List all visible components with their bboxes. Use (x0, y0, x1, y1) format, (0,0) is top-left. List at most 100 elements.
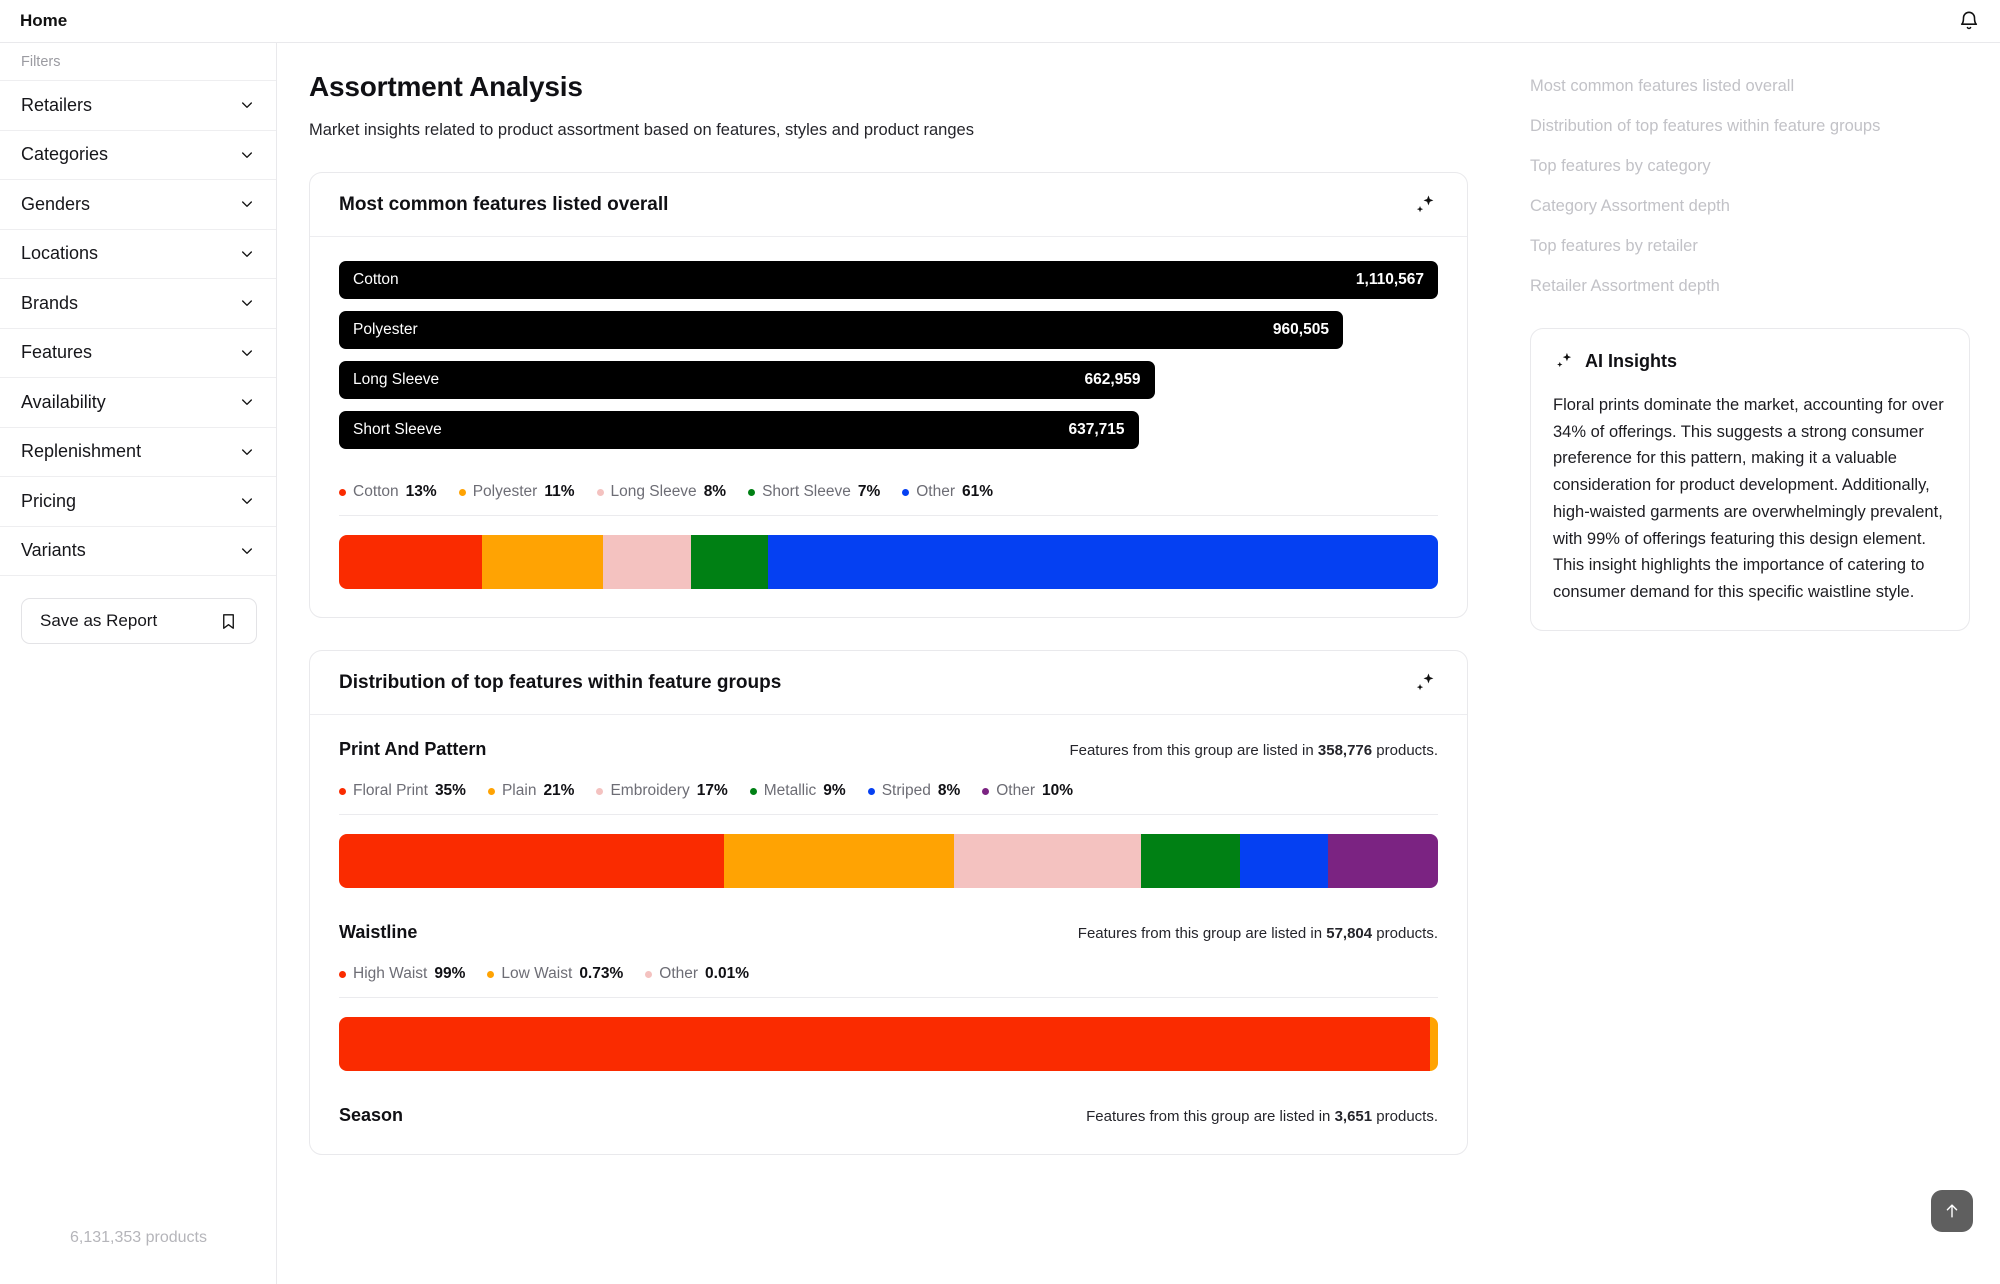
legend-percent: 61% (962, 483, 994, 500)
ranked-bar-label: Long Sleeve (353, 371, 440, 388)
ranked-bar-list: Cotton 1,110,567 Polyester 960,505 Long Slee… (339, 261, 1438, 449)
ranked-bar[interactable]: Cotton 1,110,567 (339, 261, 1438, 299)
legend-color-dot (339, 970, 346, 978)
legend-item[interactable]: Long Sleeve 8% (596, 483, 726, 501)
ranked-bar-label: Short Sleeve (353, 421, 442, 438)
section-nav-link[interactable]: Retailer Assortment depth (1530, 277, 1970, 296)
card1-legend: Cotton 13% Polyester 11% Long Sleeve 8% Short … (339, 483, 1438, 501)
legend-percent: 10% (1042, 782, 1074, 799)
section-nav-link[interactable]: Distribution of top features within feat… (1530, 117, 1970, 136)
stack-segment[interactable] (339, 834, 724, 888)
ranked-bar[interactable]: Short Sleeve 637,715 (339, 411, 1139, 449)
section-nav-link[interactable]: Top features by retailer (1530, 237, 1970, 256)
group-header: Season Features from this group are liste… (339, 1105, 1438, 1126)
ranked-bar-value: 1,110,567 (1355, 271, 1424, 288)
chevron-down-icon (242, 548, 252, 554)
filters-heading: Filters (0, 43, 276, 81)
stack-segment[interactable] (954, 834, 1142, 888)
stack-segment[interactable] (481, 535, 603, 589)
page-subtitle: Market insights related to product assor… (309, 121, 974, 139)
filter-row-variants[interactable]: Variants (0, 527, 276, 576)
save-as-report-button[interactable]: Save as Report (21, 598, 257, 644)
filter-row-locations[interactable]: Locations (0, 230, 276, 279)
group-meta-prefix: Features from this group are listed in (1086, 1108, 1331, 1125)
group-meta-value: 57,804 (1326, 925, 1373, 942)
scroll-to-top-button[interactable] (1931, 1190, 1973, 1232)
ai-insights-text: Floral prints dominate the market, accou… (1553, 396, 1944, 602)
legend-item[interactable]: Low Waist 0.73% (487, 965, 623, 983)
ranked-bar[interactable]: Long Sleeve 662,959 (339, 361, 1155, 399)
stack-segment[interactable] (767, 535, 1438, 589)
ranked-bar[interactable]: Polyester 960,505 (339, 311, 1343, 349)
chevron-down-icon (242, 449, 252, 455)
legend-item[interactable]: Other 0.01% (645, 965, 749, 983)
stack-segment[interactable] (339, 1017, 1430, 1071)
sparkle-ai-icon[interactable] (1412, 192, 1438, 218)
ranked-bar-value: 662,959 (1084, 371, 1141, 388)
legend-label: Other (916, 483, 956, 500)
legend-item[interactable]: Polyester 11% (458, 483, 575, 501)
legend-item[interactable]: Embroidery 17% (596, 782, 728, 800)
legend-color-dot (487, 970, 495, 978)
sparkle-ai-icon[interactable] (1412, 670, 1438, 696)
legend-item[interactable]: Floral Print 35% (339, 782, 466, 800)
legend-item[interactable]: Plain 21% (487, 782, 575, 800)
filter-row-categories[interactable]: Categories (0, 131, 276, 180)
save-report-wrap: Save as Report (0, 576, 276, 644)
top-bar: Home (0, 0, 2000, 43)
notifications-button[interactable] (1956, 8, 1982, 34)
chevron-down-icon (242, 102, 252, 109)
legend-label: Low Waist (501, 965, 573, 982)
legend-label: Striped (881, 782, 931, 799)
legend-label: High Waist (353, 965, 428, 982)
stack-segment[interactable] (1240, 834, 1329, 888)
legend-color-dot (596, 488, 604, 496)
group-meta-prefix: Features from this group are listed in (1069, 742, 1314, 759)
filter-row-genders[interactable]: Genders (0, 180, 276, 230)
chevron-down-icon (242, 251, 252, 257)
filter-row-retailers[interactable]: Retailers (0, 81, 276, 131)
legend-color-dot (458, 488, 466, 496)
filter-row-replenishment[interactable]: Replenishment (0, 428, 276, 477)
legend-percent: 8% (937, 782, 961, 799)
legend-label: Plain (501, 782, 537, 799)
group-meta-suffix: products. (1376, 1108, 1438, 1125)
filter-row-pricing[interactable]: Pricing (0, 477, 276, 527)
legend-percent: 13% (405, 483, 437, 500)
ai-insights-header: AI Insights (1553, 350, 1947, 372)
legend-item[interactable]: Cotton 13% (339, 483, 437, 501)
legend-color-dot (487, 787, 495, 795)
filter-row-availability[interactable]: Availability (0, 378, 276, 428)
legend-color-dot (902, 488, 910, 496)
stack-segment[interactable] (690, 535, 768, 589)
legend-percent: 21% (543, 782, 575, 799)
ranked-bar-value: 960,505 (1272, 321, 1329, 338)
stack-segment[interactable] (1141, 834, 1241, 888)
legend-item[interactable]: Striped 8% (867, 782, 961, 800)
stack-segment[interactable] (1328, 834, 1438, 888)
stack-segment[interactable] (339, 535, 482, 589)
section-nav-link[interactable]: Most common features listed overall (1530, 77, 1970, 96)
legend-color-dot (748, 488, 756, 496)
feature-group-waistline: Waistline Features from this group are li… (339, 922, 1438, 1071)
section-nav-link[interactable]: Category Assortment depth (1530, 197, 1970, 216)
card1-header: Most common features listed overall (310, 173, 1467, 237)
legend-item[interactable]: Other 61% (902, 483, 993, 501)
save-as-report-label: Save as Report (40, 611, 158, 630)
legend-item[interactable]: Metallic 9% (749, 782, 846, 800)
group-meta: Features from this group are listed in 5… (1078, 925, 1438, 942)
filter-row-features[interactable]: Features (0, 329, 276, 378)
stack-segment[interactable] (1429, 1017, 1438, 1071)
card1-body: Cotton 1,110,567 Polyester 960,505 Long Slee… (310, 237, 1467, 617)
stack-segment[interactable] (602, 535, 691, 589)
legend-item[interactable]: Short Sleeve 7% (748, 483, 880, 501)
legend-color-dot (645, 970, 653, 978)
legend-item[interactable]: High Waist 99% (339, 965, 465, 983)
legend-item[interactable]: Other 10% (982, 782, 1073, 800)
filter-row-brands[interactable]: Brands (0, 279, 276, 329)
filter-label: Genders (21, 193, 91, 214)
section-nav-link[interactable]: Top features by category (1530, 157, 1970, 176)
main-content: Assortment Analysis Market insights rela… (277, 43, 1500, 1284)
page-breadcrumb-home[interactable]: Home (20, 11, 67, 31)
stack-segment[interactable] (723, 834, 955, 888)
